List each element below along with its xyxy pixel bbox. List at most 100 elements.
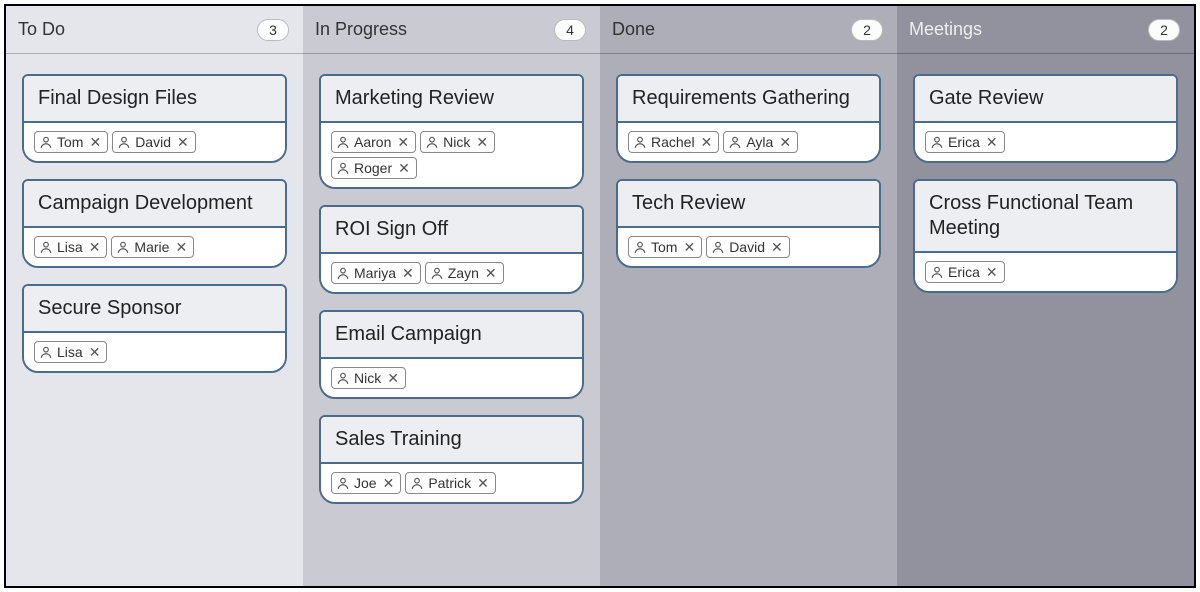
remove-person-icon[interactable]: ✕ bbox=[485, 266, 497, 280]
card-title: Final Design Files bbox=[38, 86, 271, 111]
person-chip[interactable]: Patrick ✕ bbox=[405, 472, 496, 494]
task-card[interactable]: Tech Review Tom ✕ David ✕ bbox=[616, 179, 881, 268]
card-title: Tech Review bbox=[632, 191, 865, 216]
card-people-row: Aaron✕Nick✕Roger✕ bbox=[321, 123, 582, 187]
person-icon bbox=[728, 135, 742, 149]
person-name: Erica bbox=[948, 134, 980, 150]
column-count-badge: 2 bbox=[851, 19, 883, 41]
task-card[interactable]: Sales Training Joe ✕ Patrick ✕ bbox=[319, 415, 584, 504]
column-header: Meetings 2 bbox=[897, 6, 1194, 54]
card-title: Marketing Review bbox=[335, 86, 568, 111]
person-name: Rachel bbox=[651, 134, 695, 150]
person-name: Marie bbox=[134, 239, 169, 255]
card-title-area: Cross Functional Team Meeting bbox=[915, 181, 1176, 253]
person-chip[interactable]: Zayn✕ bbox=[425, 262, 504, 284]
person-chip[interactable]: Tom ✕ bbox=[34, 131, 108, 153]
card-title-area: Campaign Development bbox=[24, 181, 285, 228]
task-card[interactable]: Cross Functional Team Meeting Erica ✕ bbox=[913, 179, 1178, 293]
person-name: Ayla bbox=[746, 134, 773, 150]
person-chip[interactable]: Ayla ✕ bbox=[723, 131, 798, 153]
remove-person-icon[interactable]: ✕ bbox=[986, 265, 998, 279]
person-name: Tom bbox=[57, 134, 83, 150]
card-title-area: Secure Sponsor bbox=[24, 286, 285, 333]
remove-person-icon[interactable]: ✕ bbox=[89, 135, 101, 149]
remove-person-icon[interactable]: ✕ bbox=[175, 240, 187, 254]
card-title-area: ROI Sign Off bbox=[321, 207, 582, 254]
person-chip[interactable]: Mariya✕ bbox=[331, 262, 421, 284]
remove-person-icon[interactable]: ✕ bbox=[177, 135, 189, 149]
card-title-area: Gate Review bbox=[915, 76, 1176, 123]
column-body: Requirements GatheringRachel✕Ayla✕Tech R… bbox=[600, 54, 897, 586]
person-chip[interactable]: Joe ✕ bbox=[331, 472, 401, 494]
task-card[interactable]: Email CampaignNick✕ bbox=[319, 310, 584, 399]
task-card[interactable]: Final Design FilesTom✕David✕ bbox=[22, 74, 287, 163]
card-people-row: Tom ✕ David ✕ bbox=[618, 228, 879, 266]
remove-person-icon[interactable]: ✕ bbox=[771, 240, 783, 254]
task-card[interactable]: Gate Review Erica ✕ bbox=[913, 74, 1178, 163]
task-card[interactable]: Requirements Gathering Rachel ✕ Ayla ✕ bbox=[616, 74, 881, 163]
person-chip[interactable]: Marie ✕ bbox=[111, 236, 194, 258]
person-icon bbox=[633, 240, 647, 254]
task-card[interactable]: Secure Sponsor Lisa✕ bbox=[22, 284, 287, 373]
person-icon bbox=[336, 161, 350, 175]
remove-person-icon[interactable]: ✕ bbox=[701, 135, 713, 149]
remove-person-icon[interactable]: ✕ bbox=[398, 161, 410, 175]
remove-person-icon[interactable]: ✕ bbox=[683, 240, 695, 254]
person-name: Erica bbox=[948, 264, 980, 280]
person-icon bbox=[116, 240, 130, 254]
column-header: Done 2 bbox=[600, 6, 897, 54]
column-title: Done bbox=[612, 19, 655, 40]
person-chip[interactable]: Erica ✕ bbox=[925, 261, 1005, 283]
person-chip[interactable]: David ✕ bbox=[706, 236, 790, 258]
person-chip[interactable]: Tom ✕ bbox=[628, 236, 702, 258]
person-name: David bbox=[729, 239, 765, 255]
person-name: Joe bbox=[354, 475, 377, 491]
remove-person-icon[interactable]: ✕ bbox=[402, 266, 414, 280]
person-chip[interactable]: Nick✕ bbox=[420, 131, 495, 153]
remove-person-icon[interactable]: ✕ bbox=[387, 371, 399, 385]
person-icon bbox=[39, 345, 53, 359]
remove-person-icon[interactable]: ✕ bbox=[986, 135, 998, 149]
task-card[interactable]: ROI Sign Off Mariya✕Zayn✕ bbox=[319, 205, 584, 294]
card-title: Cross Functional Team Meeting bbox=[929, 191, 1162, 241]
card-people-row: Mariya✕Zayn✕ bbox=[321, 254, 582, 292]
column-header: In Progress 4 bbox=[303, 6, 600, 54]
column-body: Final Design FilesTom✕David✕Campaign Dev… bbox=[6, 54, 303, 586]
card-people-row: Erica ✕ bbox=[915, 123, 1176, 161]
person-chip[interactable]: Roger✕ bbox=[331, 157, 417, 179]
card-title: Gate Review bbox=[929, 86, 1162, 111]
card-people-row: Joe ✕ Patrick ✕ bbox=[321, 464, 582, 502]
card-people-row: Tom✕David✕ bbox=[24, 123, 285, 161]
person-chip[interactable]: Erica ✕ bbox=[925, 131, 1005, 153]
person-icon bbox=[711, 240, 725, 254]
task-card[interactable]: Campaign Development Lisa✕ Marie ✕ bbox=[22, 179, 287, 268]
card-title-area: Tech Review bbox=[618, 181, 879, 228]
task-card[interactable]: Marketing Review Aaron✕Nick✕Roger✕ bbox=[319, 74, 584, 189]
card-title-area: Marketing Review bbox=[321, 76, 582, 123]
person-icon bbox=[39, 240, 53, 254]
person-chip[interactable]: Nick✕ bbox=[331, 367, 406, 389]
card-title: ROI Sign Off bbox=[335, 217, 568, 242]
remove-person-icon[interactable]: ✕ bbox=[476, 135, 488, 149]
column-in-progress: In Progress 4 Marketing ReviewAaron✕Nick… bbox=[303, 6, 600, 586]
card-title-area: Sales Training bbox=[321, 417, 582, 464]
column-count-badge: 2 bbox=[1148, 19, 1180, 41]
person-chip[interactable]: David✕ bbox=[112, 131, 196, 153]
remove-person-icon[interactable]: ✕ bbox=[383, 476, 395, 490]
remove-person-icon[interactable]: ✕ bbox=[89, 240, 101, 254]
person-chip[interactable]: Rachel ✕ bbox=[628, 131, 719, 153]
person-chip[interactable]: Lisa✕ bbox=[34, 341, 107, 363]
remove-person-icon[interactable]: ✕ bbox=[477, 476, 489, 490]
person-name: Patrick bbox=[428, 475, 471, 491]
column-title: To Do bbox=[18, 19, 65, 40]
person-icon bbox=[336, 135, 350, 149]
person-chip[interactable]: Lisa✕ bbox=[34, 236, 107, 258]
remove-person-icon[interactable]: ✕ bbox=[779, 135, 791, 149]
person-icon bbox=[430, 266, 444, 280]
remove-person-icon[interactable]: ✕ bbox=[89, 345, 101, 359]
person-chip[interactable]: Aaron✕ bbox=[331, 131, 416, 153]
remove-person-icon[interactable]: ✕ bbox=[397, 135, 409, 149]
person-name: Tom bbox=[651, 239, 677, 255]
column-body: Gate ReviewErica✕Cross Functional Team M… bbox=[897, 54, 1194, 586]
card-title-area: Requirements Gathering bbox=[618, 76, 879, 123]
